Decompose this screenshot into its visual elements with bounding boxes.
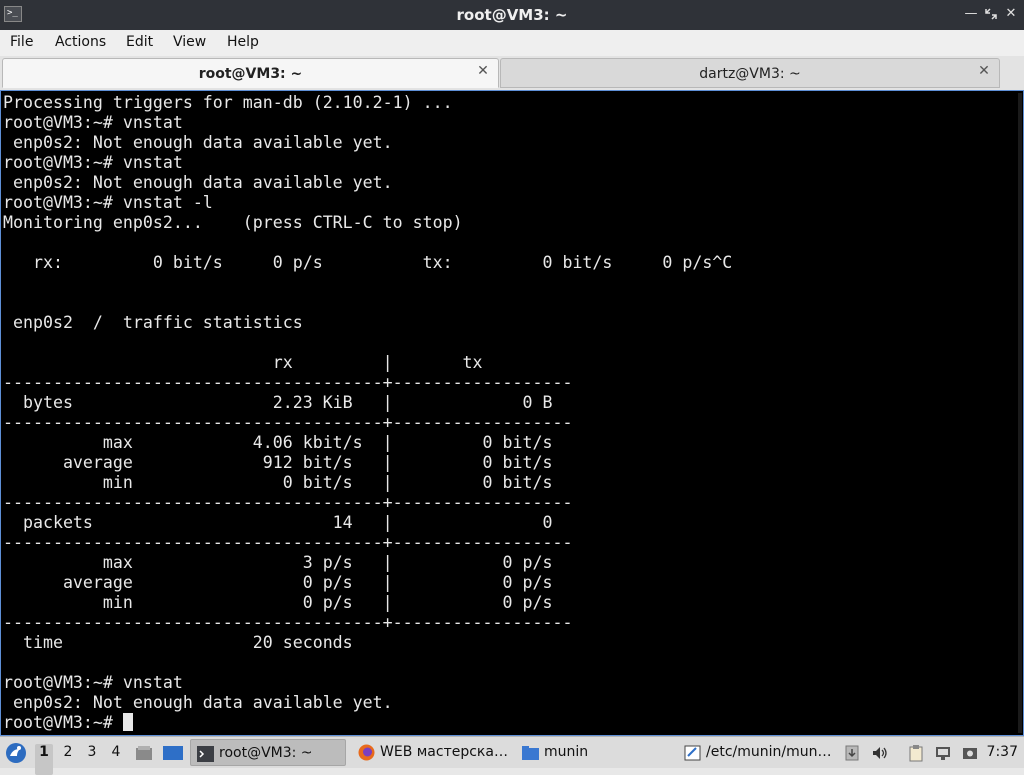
task-munin-folder[interactable]: munin: [516, 739, 672, 766]
firefox-icon: [358, 744, 375, 761]
terminal-line: bytes 2.23 KiB | 0 B: [3, 393, 553, 412]
tab-label: root@VM3: ~: [198, 66, 303, 82]
terminal-line: max 3 p/s | 0 p/s: [3, 553, 553, 572]
terminal-line: max 4.06 kbit/s | 0 bit/s: [3, 433, 553, 452]
terminal-line: packets 14 | 0: [3, 513, 553, 532]
minimize-icon[interactable]: —: [962, 5, 980, 23]
menu-view[interactable]: View: [173, 34, 206, 50]
workspace-2[interactable]: 2: [59, 744, 77, 775]
task-label: /etc/munin/mun…: [706, 744, 832, 760]
terminal-line: --------------------------------------+-…: [3, 493, 573, 512]
terminal-line: min 0 bit/s | 0 bit/s: [3, 473, 553, 492]
task-label: munin: [544, 744, 589, 760]
terminal-line: min 0 p/s | 0 p/s: [3, 593, 553, 612]
terminal-line: average 912 bit/s | 0 bit/s: [3, 453, 553, 472]
close-tab-icon[interactable]: ✕: [977, 64, 991, 78]
terminal-line: --------------------------------------+-…: [3, 533, 573, 552]
task-label: root@VM3: ~: [219, 745, 313, 761]
terminal-line: Processing triggers for man-db (2.10.2-1…: [3, 93, 453, 112]
menu-help[interactable]: Help: [227, 34, 259, 50]
workspace-4[interactable]: 4: [107, 744, 125, 775]
terminal-output: Processing triggers for man-db (2.10.2-1…: [3, 93, 732, 733]
menu-edit[interactable]: Edit: [126, 34, 153, 50]
terminal-line: enp0s2: Not enough data available yet.: [3, 133, 393, 152]
screenshot-icon[interactable]: [961, 744, 979, 762]
text-cursor: [122, 713, 133, 731]
terminal-line: root@VM3:~# vnstat: [3, 113, 183, 132]
terminal-line: --------------------------------------+-…: [3, 613, 573, 632]
menu-actions[interactable]: Actions: [55, 34, 106, 50]
terminal-line: --------------------------------------+-…: [3, 373, 573, 392]
restore-icon[interactable]: [982, 5, 1000, 23]
menu-file[interactable]: File: [10, 34, 33, 50]
terminal-line: --------------------------------------+-…: [3, 413, 573, 432]
start-menu-icon[interactable]: [4, 741, 28, 765]
task-text-editor[interactable]: /etc/munin/mun…: [678, 739, 838, 766]
terminal-line: enp0s2: Not enough data available yet.: [3, 173, 393, 192]
terminal-prompt: root@VM3:~#: [3, 713, 123, 732]
folder-icon: [522, 744, 539, 760]
terminal-line: root@VM3:~# vnstat -l: [3, 193, 213, 212]
terminal-line: time 20 seconds: [3, 633, 353, 652]
terminal-icon: [197, 745, 214, 762]
taskbar: 1 2 3 4 root@VM3: ~ WEB мастерска… munin…: [0, 736, 1024, 775]
update-icon[interactable]: [843, 744, 861, 762]
show-desktop-icon[interactable]: [162, 743, 184, 763]
close-tab-icon[interactable]: ✕: [476, 64, 490, 78]
tab-root-vm3[interactable]: root@VM3: ~ ✕: [2, 58, 499, 88]
tab-dartz-vm3[interactable]: dartz@VM3: ~ ✕: [500, 58, 1000, 88]
workspace-3[interactable]: 3: [83, 744, 101, 775]
terminal-line: enp0s2: Not enough data available yet.: [3, 693, 393, 712]
window-title: root@VM3: ~: [456, 6, 568, 24]
terminal-line: root@VM3:~# vnstat: [3, 153, 183, 172]
task-firefox[interactable]: WEB мастерска…: [352, 739, 514, 766]
menu-bar: File Actions Edit View Help: [0, 30, 1024, 56]
volume-icon[interactable]: [871, 744, 889, 762]
terminal-scrollbar[interactable]: [1018, 93, 1022, 733]
workspace-1[interactable]: 1: [35, 744, 53, 775]
terminal-area[interactable]: Processing triggers for man-db (2.10.2-1…: [0, 90, 1024, 736]
terminal-line: enp0s2 / traffic statistics: [3, 313, 303, 332]
task-terminal[interactable]: root@VM3: ~: [190, 739, 346, 766]
clipboard-icon[interactable]: [907, 744, 925, 762]
file-manager-launcher-icon[interactable]: [134, 743, 154, 763]
task-label: WEB мастерска…: [380, 744, 508, 760]
tab-bar: root@VM3: ~ ✕ dartz@VM3: ~ ✕: [0, 56, 1024, 90]
terminal-line: rx: 0 bit/s 0 p/s tx: 0 bit/s 0 p/s^C: [3, 253, 733, 272]
tab-label: dartz@VM3: ~: [699, 66, 801, 82]
close-icon[interactable]: ✕: [1002, 5, 1020, 23]
terminal-line: Monitoring enp0s2... (press CTRL-C to st…: [3, 213, 463, 232]
terminal-prompt-line[interactable]: root@VM3:~#: [3, 713, 732, 733]
terminal-line: root@VM3:~# vnstat: [3, 673, 183, 692]
window-titlebar[interactable]: >_ root@VM3: ~ — ✕: [0, 0, 1024, 30]
text-editor-icon: [684, 744, 701, 761]
clock[interactable]: 7:37: [987, 744, 1018, 760]
terminal-line: average 0 p/s | 0 p/s: [3, 573, 553, 592]
terminal-line: rx | tx: [3, 353, 483, 372]
network-icon[interactable]: [934, 744, 952, 762]
